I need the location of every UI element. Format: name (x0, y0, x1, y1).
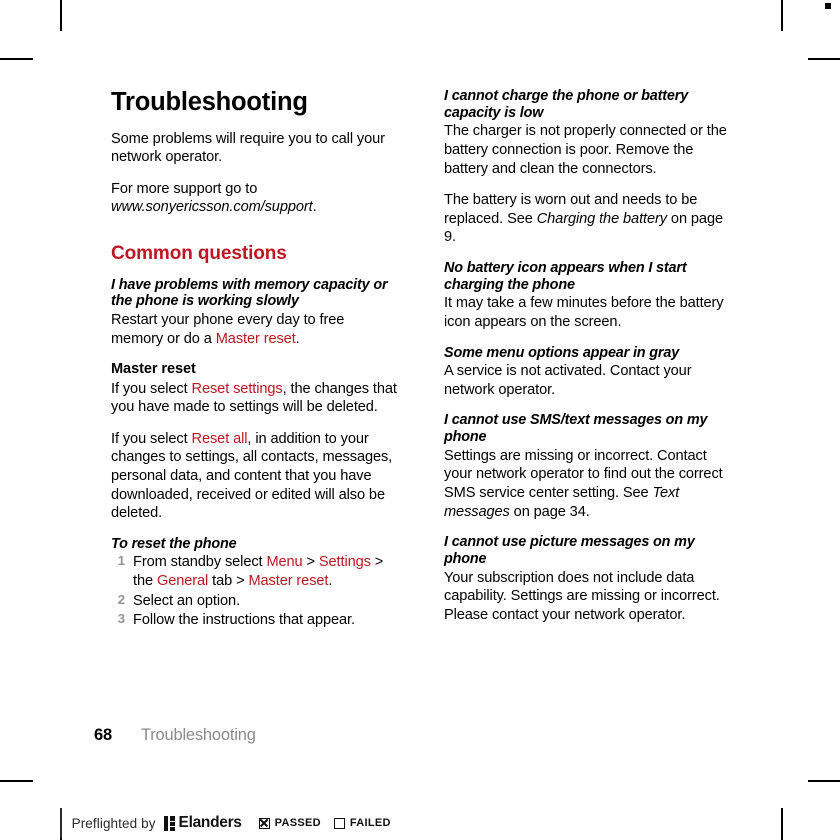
answer-cannot-use-sms: Settings are missing or incorrect. Conta… (444, 447, 731, 521)
crop-mark-bottom-right-vertical (781, 808, 783, 840)
question-heading-menu-options-gray: Some menu options appear in gray (444, 344, 680, 361)
paragraph-reset-all: If you select Reset all, in addition to … (111, 430, 398, 523)
elanders-brand-name: Elanders (178, 814, 242, 831)
reset-all-pre: If you select (111, 430, 192, 447)
step-text-post: . (328, 573, 333, 590)
step-text: Select an option. (133, 592, 241, 609)
page-footer: 68 Troubleshooting (94, 726, 256, 745)
link-settings[interactable]: Settings (319, 554, 371, 570)
link-master-reset[interactable]: Master reset (216, 331, 296, 347)
right-column: I cannot charge the phone or battery cap… (444, 88, 731, 624)
support-url: www.sonyericsson.com/support (111, 199, 313, 216)
procedure-step: 3 Follow the instructions that appear. (111, 611, 398, 630)
subheading-master-reset: Master reset (111, 361, 196, 378)
answer-no-battery-icon: It may take a few minutes before the bat… (444, 295, 724, 330)
link-master-reset-step[interactable]: Master reset (248, 573, 328, 589)
reset-settings-pre: If you select (111, 380, 192, 397)
step-separator-1: > (302, 554, 319, 571)
answer-cannot-use-picture-messages: Your subscription does not include data … (444, 569, 720, 623)
running-head: Troubleshooting (140, 726, 256, 744)
failed-label: FAILED (349, 817, 391, 829)
sms-answer-pre: Settings are missing or incorrect. Conta… (444, 447, 723, 502)
preflight-stamp: Preflighted by Elanders PASSED FAILED (60, 806, 404, 840)
step-text-pre: From standby select (133, 554, 267, 571)
answer-text-post: . (295, 330, 300, 347)
link-reset-settings[interactable]: Reset settings (192, 381, 283, 397)
manual-page: Troubleshooting Some problems will requi… (0, 0, 840, 780)
elanders-logo: Elanders (163, 814, 242, 832)
sms-answer-post: on page 34. (509, 503, 590, 520)
step-text: Follow the instructions that appear. (133, 612, 355, 629)
crop-mark-bottom-left-horizontal (0, 780, 33, 782)
step-number: 3 (117, 611, 125, 627)
procedure-step: 1 From standby select Menu > Settings > t… (111, 553, 398, 590)
support-lead-text: For more support go to (111, 180, 258, 197)
procedure-heading-reset-phone: To reset the phone (111, 535, 237, 552)
answer-cannot-charge-2: The battery is worn out and needs to be … (444, 191, 731, 247)
left-column: Troubleshooting Some problems will requi… (111, 88, 398, 631)
crop-mark-bottom-right-horizontal (808, 780, 840, 782)
failed-checkbox[interactable] (333, 817, 345, 829)
link-reset-all[interactable]: Reset all (192, 431, 248, 447)
cross-reference-charging-the-battery: Charging the battery (536, 210, 667, 227)
preflight-result: PASSED FAILED (258, 817, 404, 829)
page-number: 68 (94, 726, 112, 744)
procedure-step-list: 1 From standby select Menu > Settings > t… (111, 553, 398, 629)
support-paragraph: For more support go to www.sonyericsson.… (111, 180, 398, 217)
link-menu[interactable]: Menu (266, 554, 302, 570)
answer-menu-options-gray: A service is not activated. Contact your… (444, 363, 692, 398)
question-heading-cannot-use-sms: I cannot use SMS/text messages on my pho… (444, 412, 708, 446)
answer-memory-capacity: Restart your phone every day to free mem… (111, 311, 398, 348)
section-heading-common-questions: Common questions (111, 242, 287, 264)
question-heading-no-battery-icon: No battery icon appears when I start cha… (444, 259, 687, 293)
link-general-tab[interactable]: General (157, 573, 208, 589)
preflight-divider (60, 808, 62, 838)
preflight-label: Preflighted by (71, 815, 156, 831)
answer-cannot-charge-1: The charger is not properly connected or… (444, 123, 727, 177)
question-heading-cannot-charge: I cannot charge the phone or battery cap… (444, 88, 689, 121)
procedure-step: 2 Select an option. (111, 592, 398, 611)
support-tail-text: . (312, 199, 317, 216)
question-heading-memory-capacity: I have problems with memory capacity or … (111, 276, 388, 310)
intro-paragraph: Some problems will require you to call y… (111, 130, 385, 166)
paragraph-reset-settings: If you select Reset settings, the change… (111, 380, 398, 417)
page-title: Troubleshooting (111, 88, 308, 116)
two-column-layout: Troubleshooting Some problems will requi… (111, 88, 731, 631)
step-number: 2 (117, 591, 125, 607)
passed-label: PASSED (274, 817, 321, 829)
passed-checkbox[interactable] (258, 817, 270, 829)
step-number: 1 (117, 553, 125, 569)
elanders-mark-icon (163, 815, 175, 831)
question-heading-cannot-use-picture-messages: I cannot use picture messages on my phon… (444, 534, 695, 567)
step-separator-2: tab > (208, 573, 249, 590)
